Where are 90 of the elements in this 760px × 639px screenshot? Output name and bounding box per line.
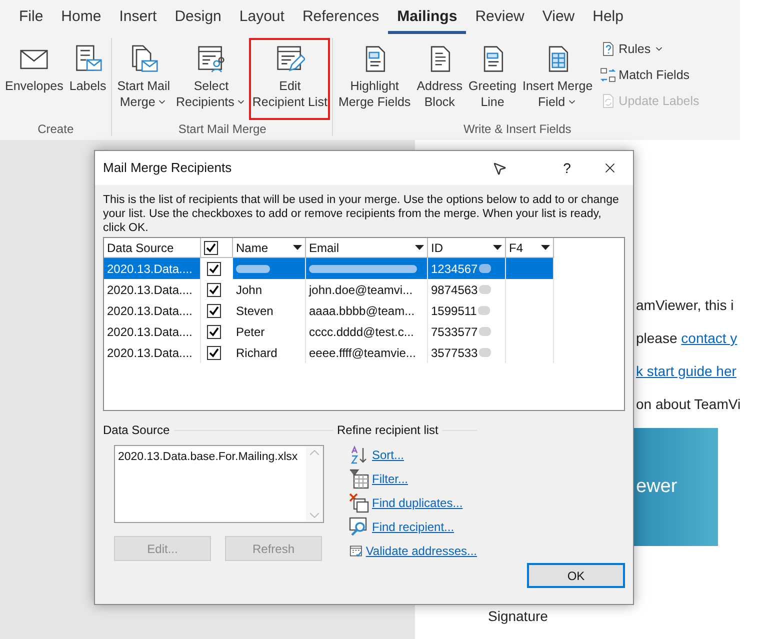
dropdown-arrow-icon (293, 245, 302, 250)
group-label: Start Mail Merge (177, 121, 268, 136)
ribbon-tab[interactable]: Home (52, 4, 110, 34)
refine-link[interactable]: Sort... (372, 446, 404, 464)
banner-text: ewer (635, 474, 678, 499)
scrollbar[interactable] (306, 446, 323, 522)
table-cell-text: 1599511 (431, 302, 477, 320)
check-icon (209, 326, 219, 336)
dropdown-arrow-icon (493, 245, 502, 250)
ok-button[interactable]: OK (527, 563, 625, 588)
table-cell: 2020.13.Data.... (104, 258, 201, 279)
blurred-text (478, 348, 491, 357)
dialog-title: Mail Merge Recipients (103, 159, 233, 178)
checkbox[interactable] (207, 304, 221, 318)
table-cell: eeee.ffff@teamvie... (306, 342, 428, 363)
dropdown-arrow-icon (415, 245, 424, 250)
dialog-description: This is the list of recipients that will be used in your merge. Use the options below to add to or change your list. Use the checkboxes to add or remove recipients from the merge. When your list is ready, click OK. (102, 193, 620, 235)
ribbon-tab[interactable]: Layout (230, 4, 294, 34)
scroll-up-icon (310, 450, 319, 455)
document-link[interactable]: contact y (681, 328, 738, 347)
ribbon-small-button[interactable]: Match Fields (600, 64, 700, 86)
document-text: on about TeamVi (636, 395, 741, 413)
table-cell-text: 3577533 (431, 344, 478, 362)
ribbon-button[interactable]: Edit Recipient List (249, 38, 330, 120)
table-cell: John (233, 279, 306, 300)
table-person-icon (196, 44, 226, 74)
check-icon (209, 348, 219, 358)
document-text: amViewer, this i (636, 296, 734, 314)
ribbon-small-button[interactable]: Rules (600, 38, 700, 60)
document-text: please (636, 329, 678, 347)
blurred-text (478, 264, 491, 273)
blurred-text (478, 285, 491, 294)
refine-link[interactable]: Filter... (372, 470, 408, 488)
match-fields-icon (600, 67, 616, 83)
ribbon-tab[interactable]: Insert (110, 4, 166, 34)
ribbon-button[interactable]: Labels (66, 38, 110, 120)
blurred-text (478, 327, 491, 336)
table-cell: Peter (233, 321, 306, 342)
ribbon-button[interactable]: Select Recipients (173, 38, 250, 120)
ribbon-tab[interactable]: File (10, 4, 52, 34)
section-label: Data Source (103, 422, 170, 439)
dropdown-arrow-icon (541, 245, 550, 250)
check-icon (209, 264, 219, 274)
check-icon (209, 284, 219, 294)
ribbon-tab[interactable]: References (293, 4, 388, 34)
refine-link[interactable]: Find duplicates... (372, 494, 463, 512)
refine-link[interactable]: Find recipient... (372, 518, 454, 536)
sort-az-icon (349, 445, 369, 465)
section-label: Refine recipient list (337, 422, 438, 439)
table-cell: cccc.dddd@test.c... (306, 321, 428, 342)
document-link[interactable]: k start guide her (636, 361, 736, 380)
group-label: Write & Insert Fields (462, 121, 572, 136)
ribbon-tab[interactable]: Design (166, 4, 230, 34)
duplicate-documents-icon (349, 493, 369, 513)
table-cell-text: 7533577 (431, 324, 478, 340)
table-cell: Richard (233, 342, 306, 363)
search-icon (349, 517, 369, 537)
scroll-down-icon (310, 513, 319, 518)
ribbon-button[interactable]: Start Mail Merge (114, 38, 174, 120)
checkbox[interactable] (207, 346, 221, 360)
filter-table-icon (349, 469, 369, 489)
table-cell-text: 1234567 (431, 260, 478, 278)
check-icon (206, 242, 216, 252)
checkbox[interactable] (207, 324, 221, 338)
check-icon (209, 306, 219, 316)
ribbon-button[interactable]: Envelopes (2, 38, 66, 120)
ribbon-tab[interactable]: Mailings (388, 4, 466, 34)
group-label: Create (36, 121, 75, 136)
checkbox[interactable] (207, 282, 221, 296)
table-cell: Steven (233, 300, 306, 321)
ribbon-button[interactable]: Address Block (414, 38, 466, 120)
table-pencil-icon (274, 44, 305, 74)
list-item[interactable]: 2020.13.Data.base.For.Mailing.xlsx (118, 449, 303, 466)
ribbon-tab[interactable]: Help (584, 4, 632, 34)
refine-link[interactable]: Validate addresses... (366, 542, 477, 560)
checkbox[interactable] (204, 240, 218, 254)
ribbon-button[interactable]: Highlight Merge Fields (335, 38, 414, 120)
ribbon-tab[interactable]: View (533, 4, 584, 34)
checkbox[interactable] (207, 262, 221, 276)
ribbon-tab[interactable]: Review (466, 4, 534, 34)
blurred-text (478, 306, 490, 315)
ribbon-button[interactable]: Greeting Line (466, 38, 520, 120)
signature-text: Signature (488, 607, 548, 626)
data-source-list[interactable]: 2020.13.Data.base.For.Mailing.xlsx (114, 445, 324, 523)
table-cell: john.doe@teamvi... (306, 279, 428, 300)
table-cell-text: 9874563 (431, 282, 478, 298)
ribbon-button[interactable]: Insert Merge Field (520, 38, 596, 120)
help-button[interactable]: ? (547, 153, 587, 183)
table-cell: aaaa.bbbb@team... (306, 300, 428, 321)
cursor-icon (492, 160, 507, 176)
